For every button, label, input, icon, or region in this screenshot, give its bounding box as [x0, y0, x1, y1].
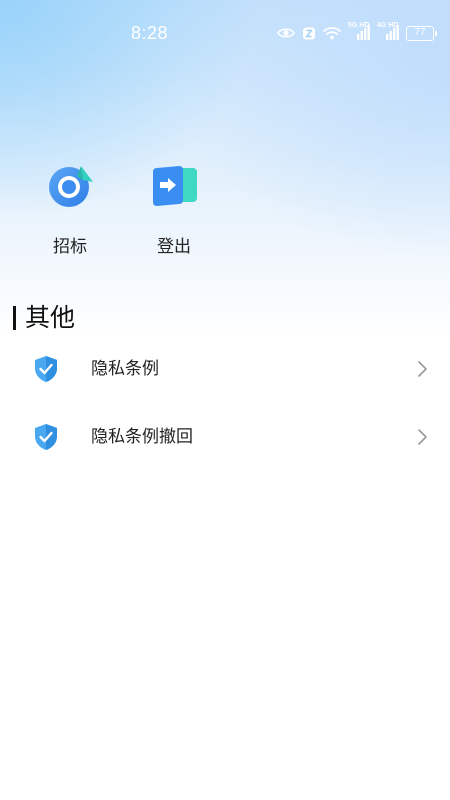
quick-action-logout[interactable]: 登出 [139, 160, 209, 260]
eye-icon [277, 28, 295, 38]
quick-action-label: 登出 [157, 237, 191, 257]
signal-4g-icon: 4G HD [377, 22, 399, 42]
chevron-right-icon [418, 429, 427, 445]
battery-indicator: 77 [406, 25, 437, 41]
alarm-off-icon [303, 27, 315, 39]
quick-action-zhaobiao[interactable]: 招标 [35, 160, 105, 260]
menu-item-privacy-policy[interactable]: 隐私条例 [0, 339, 450, 399]
logout-door-icon [153, 166, 197, 206]
menu-item-label: 隐私条例 [91, 359, 159, 379]
chevron-right-icon [418, 361, 427, 377]
status-time: 8:28 [131, 23, 169, 43]
wifi-icon [323, 27, 341, 40]
compass-target-icon [49, 166, 93, 207]
signal-5g-icon: 5G HD [348, 22, 370, 42]
section-accent-bar [13, 306, 16, 330]
status-icons: 5G HD 4G HD 77 [277, 22, 437, 42]
menu-item-privacy-revoke[interactable]: 隐私条例撤回 [0, 407, 450, 467]
section-title: 其他 [25, 303, 76, 332]
status-bar: 8:28 5G HD 4G HD 77 [0, 0, 450, 68]
quick-action-label: 招标 [53, 237, 87, 257]
menu-item-label: 隐私条例撤回 [91, 427, 193, 447]
shield-check-icon [35, 356, 57, 382]
shield-check-icon [35, 424, 57, 450]
